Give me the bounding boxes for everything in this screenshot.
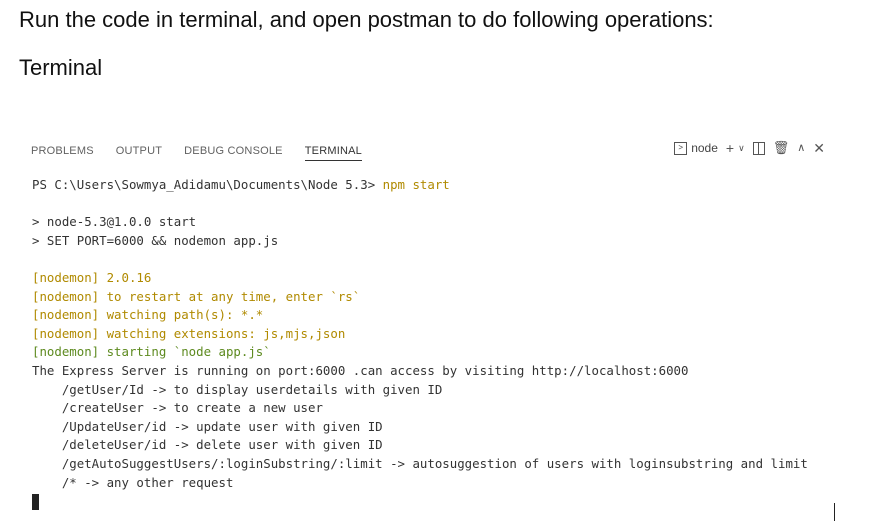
terminal-line: [nodemon] watching extensions: js,mjs,js… — [32, 325, 346, 341]
terminal-line: /* -> any other request — [32, 474, 234, 490]
terminal-line: [nodemon] starting `node app.js` — [32, 344, 271, 360]
terminal-panel: PROBLEMS OUTPUT DEBUG CONSOLE TERMINAL >… — [22, 134, 837, 516]
terminal-name: node — [691, 141, 718, 155]
terminal-line: /deleteUser/id -> delete user with given… — [32, 437, 383, 453]
tab-terminal[interactable]: TERMINAL — [304, 142, 362, 161]
document-subheading: Terminal — [19, 55, 103, 80]
terminal-line: /createUser -> to create a new user — [32, 400, 323, 416]
document-heading: Run the code in terminal, and open postm… — [19, 7, 714, 32]
terminal-cursor — [32, 493, 39, 510]
terminal-selector[interactable]: > node — [674, 141, 718, 155]
tab-output[interactable]: OUTPUT — [116, 142, 162, 160]
terminal-line: [nodemon] to restart at any time, enter … — [32, 288, 361, 304]
prompt-text: PS C:\Users\Sowmya_Adidamu\Documents\Nod… — [32, 177, 383, 192]
tab-debug-console[interactable]: DEBUG CONSOLE — [184, 142, 283, 160]
terminal-icon: > — [674, 141, 688, 155]
terminal-output[interactable]: PS C:\Users\Sowmya_Adidamu\Documents\Nod… — [32, 176, 808, 511]
terminal-line: [nodemon] 2.0.16 — [32, 269, 152, 285]
terminal-line: The Express Server is running on port:60… — [32, 362, 689, 378]
tab-problems[interactable]: PROBLEMS — [31, 142, 94, 160]
plus-icon[interactable]: + — [726, 141, 734, 155]
terminal-line: > node-5.3@1.0.0 start — [32, 214, 197, 230]
split-icon[interactable] — [752, 141, 765, 155]
terminal-line: /getUser/Id -> to display userdetails wi… — [32, 381, 443, 397]
chevron-down-icon[interactable]: ∨ — [738, 141, 745, 155]
trash-icon[interactable]: 🗑 — [773, 141, 790, 155]
terminal-line: /getAutoSuggestUsers/:loginSubstring/:li… — [32, 455, 808, 471]
terminal-toolbar: > node + ∨ 🗑 ∧ ✕ — [674, 141, 825, 155]
terminal-line: [nodemon] watching path(s): *.* — [32, 307, 264, 323]
close-icon[interactable]: ✕ — [813, 141, 825, 155]
terminal-line: /UpdateUser/id -> update user with given… — [32, 418, 383, 434]
terminal-line: > SET PORT=6000 && nodemon app.js — [32, 232, 279, 248]
text-caret — [834, 503, 835, 521]
cursor-line — [32, 492, 808, 511]
command-text: npm start — [382, 177, 450, 192]
terminal-prompt-line: PS C:\Users\Sowmya_Adidamu\Documents\Nod… — [32, 176, 808, 195]
panel-tabs: PROBLEMS OUTPUT DEBUG CONSOLE TERMINAL — [31, 142, 384, 164]
chevron-up-icon[interactable]: ∧ — [797, 141, 805, 155]
